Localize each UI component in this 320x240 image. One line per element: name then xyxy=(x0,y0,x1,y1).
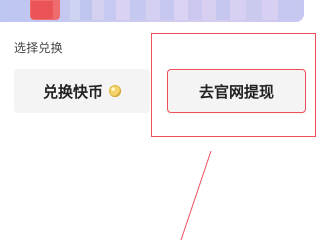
screen: 选择兑换 兑换快币 去官网提现 xyxy=(0,0,320,240)
exchange-coins-label: 兑换快币 xyxy=(42,82,103,101)
withdraw-button[interactable]: 去官网提现 xyxy=(167,69,306,113)
annotation-arrow xyxy=(180,150,212,240)
coin-icon xyxy=(109,85,121,97)
exchange-coins-button[interactable]: 兑换快币 xyxy=(14,69,150,113)
blurred-header-text xyxy=(70,0,300,20)
avatar xyxy=(30,0,54,20)
annotation-line xyxy=(180,150,212,240)
withdraw-label: 去官网提现 xyxy=(198,82,274,101)
top-banner xyxy=(0,0,304,22)
section-title: 选择兑换 xyxy=(14,41,63,55)
